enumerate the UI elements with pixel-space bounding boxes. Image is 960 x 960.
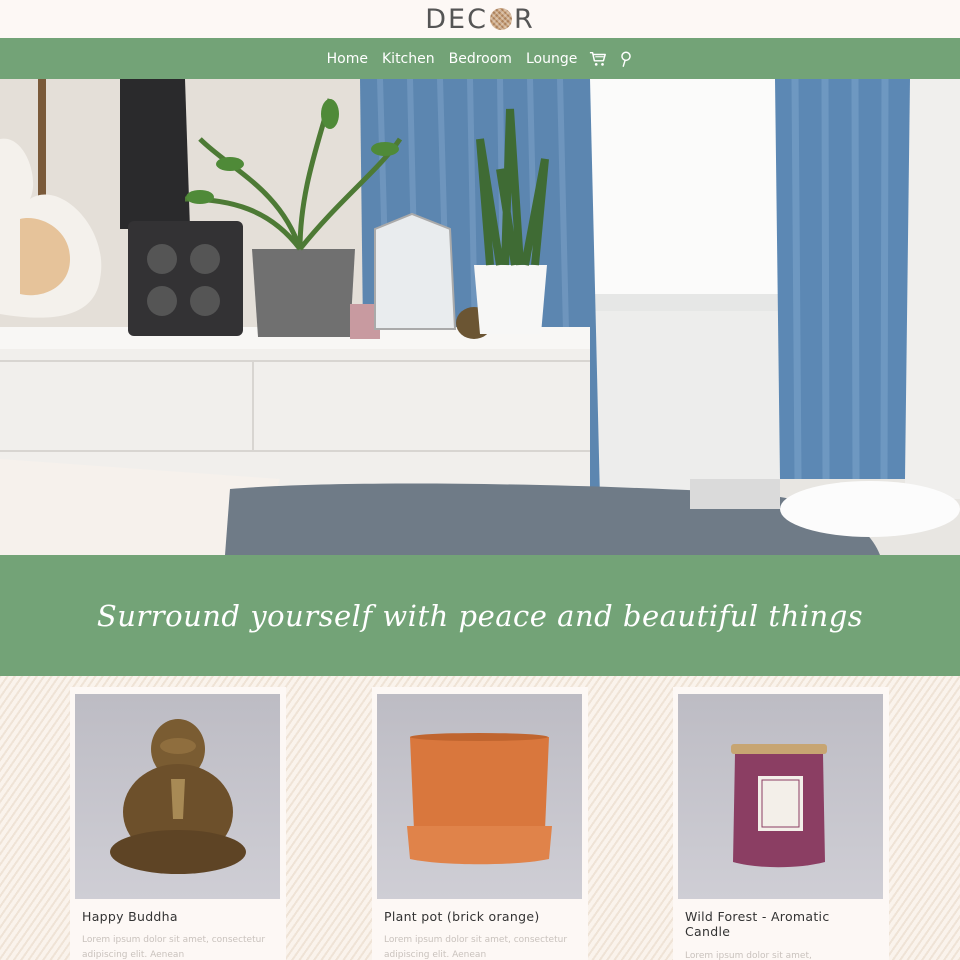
product-description: Lorem ipsum dolor sit amet, consectetur … xyxy=(384,935,568,960)
product-grid: Happy Buddha Lorem ipsum dolor sit amet,… xyxy=(0,676,960,960)
tagline-text: Surround yourself with peace and beautif… xyxy=(96,598,864,633)
nav-bedroom[interactable]: Bedroom xyxy=(447,51,514,67)
search-icon[interactable] xyxy=(617,50,635,68)
product-name[interactable]: Happy Buddha xyxy=(82,909,272,924)
product-card[interactable]: Happy Buddha Lorem ipsum dolor sit amet,… xyxy=(70,687,286,960)
cart-icon[interactable] xyxy=(589,50,607,68)
site-header: DEC R xyxy=(0,0,960,38)
main-navigation: Home Kitchen Bedroom Lounge xyxy=(0,38,960,79)
hero-illustration xyxy=(0,79,960,555)
tagline-banner: Surround yourself with peace and beautif… xyxy=(0,555,960,676)
logo-text-right: R xyxy=(513,3,535,35)
nav-home[interactable]: Home xyxy=(325,51,370,67)
product-name[interactable]: Wild Forest - Aromatic Candle xyxy=(685,909,875,939)
logo-text-left: DEC xyxy=(425,3,488,35)
logo-wicker-o-icon xyxy=(489,8,512,30)
product-image-buddha[interactable] xyxy=(75,694,280,899)
product-image-plant-pot[interactable] xyxy=(377,694,582,899)
site-logo[interactable]: DEC R xyxy=(425,6,534,33)
hero-bedroom-image xyxy=(0,79,960,555)
product-name[interactable]: Plant pot (brick orange) xyxy=(384,909,574,924)
product-card[interactable]: Plant pot (brick orange) Lorem ipsum dol… xyxy=(372,687,588,960)
nav-kitchen[interactable]: Kitchen xyxy=(380,51,437,67)
product-image-candle[interactable] xyxy=(678,694,883,899)
product-description: Lorem ipsum dolor sit amet, xyxy=(685,951,812,960)
product-description: Lorem ipsum dolor sit amet, consectetur … xyxy=(82,935,266,960)
nav-lounge[interactable]: Lounge xyxy=(524,51,579,67)
product-card[interactable]: Wild Forest - Aromatic Candle Lorem ipsu… xyxy=(673,687,889,960)
